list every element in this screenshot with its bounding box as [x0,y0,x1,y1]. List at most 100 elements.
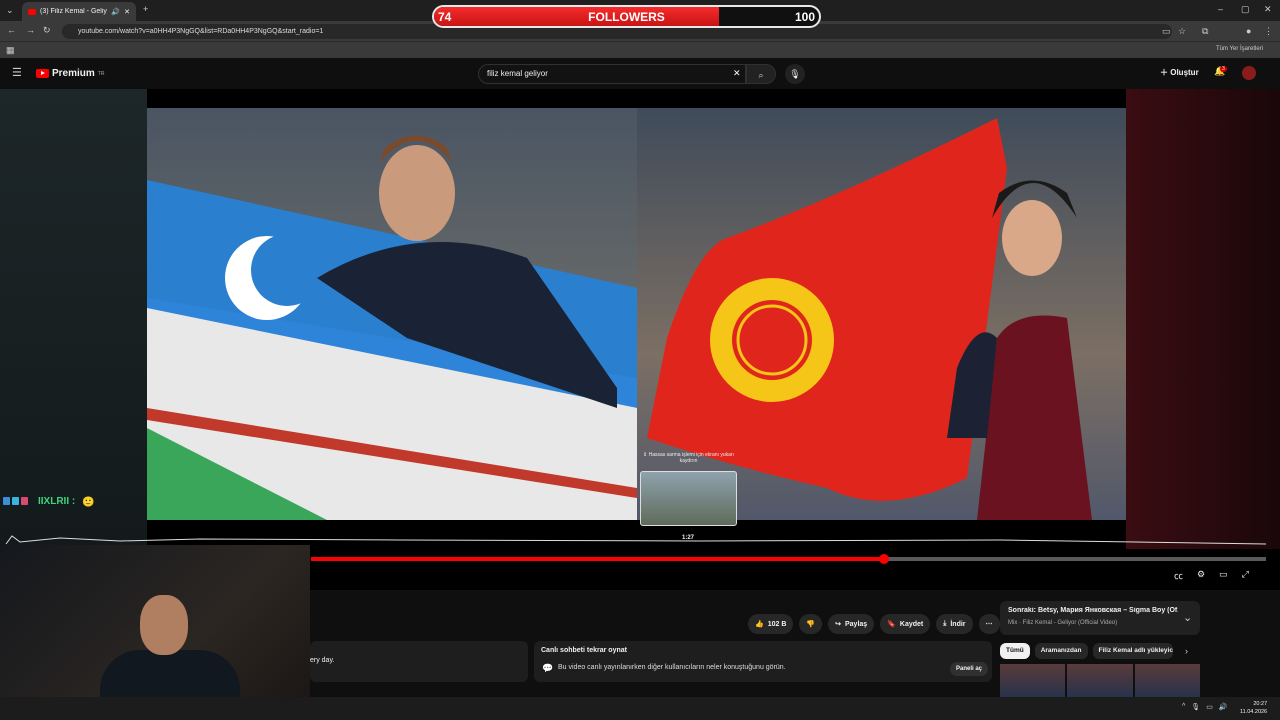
more-actions-button[interactable]: ⋯ [978,614,1000,634]
chat-replay-desc: Bu video canlı yayınlanırken diğer kulla… [558,664,786,671]
chip-from-search[interactable]: Aramanızdan [1034,643,1088,659]
save-label: Kaydet [899,620,924,628]
open-panel-button[interactable]: Paneli aç [950,662,989,676]
tab-audio-icon[interactable]: 🔊 [111,8,120,16]
back-icon[interactable]: ← [7,26,16,35]
hamburger-menu-icon[interactable]: ☰ [12,68,22,79]
subtitles-icon[interactable]: ㏄ [1174,569,1183,582]
chevron-right-icon[interactable]: › [1185,647,1188,656]
forward-icon[interactable]: → [26,26,35,35]
minimize-icon[interactable]: – [1218,5,1223,14]
followers-goal: 100 [794,10,815,24]
thumbs-down-icon: 👎 [806,621,816,628]
bookmarks-bar: ▦ Tüm Yer İşaretleri [0,41,1280,58]
tray-icons: ^ 🎙 ▭ 🔊 [1182,703,1228,711]
microphone-icon[interactable]: 🎙 [1191,703,1200,711]
chip-all[interactable]: Tümü [1000,643,1030,659]
all-bookmarks-link[interactable]: Tüm Yer İşaretleri [1216,46,1263,52]
up-next-title: Sonraki: Betsy, Мария Янковская – Sigma … [1008,607,1178,614]
streamer-face [140,595,188,655]
like-button[interactable]: 👍 102 B [748,614,794,634]
chat-bubble-icon: 💬 [542,663,554,673]
badge-icon [3,497,10,505]
close-window-icon[interactable]: ✕ [1264,5,1272,14]
search-button[interactable]: ⌕ [746,64,776,84]
description-snippet: ery day. [310,657,335,664]
up-next-subtitle: Mix · Filiz Kemal - Geliyor (Official Vi… [1008,620,1118,626]
logo-region: TR [97,70,105,77]
create-button[interactable]: ＋ Oluştur [1160,67,1199,78]
filter-chips: Tümü Aramanızdan Filiz Kemal adlı yükley… [1000,643,1173,659]
recommendation-thumbnail[interactable] [1067,664,1133,698]
emote-icon: 🙂 [82,497,95,508]
stream-right-panel [1126,89,1280,549]
chat-replay-title: Canlı sohbeti tekrar oynat [541,647,627,654]
video-left-half [147,108,637,520]
notification-badge: 3 [1220,66,1227,72]
menu-icon[interactable]: ⋮ [1264,27,1273,36]
chat-badges [3,497,28,505]
uzbekistan-flag-scene [147,135,637,520]
more-icon: ⋯ [985,621,993,628]
bookmark-icon: 🔖 [887,621,896,628]
apps-grid-icon[interactable]: ▦ [6,46,15,55]
new-tab-icon[interactable]: + [143,5,148,14]
recommendation-thumbnail[interactable] [1000,664,1066,698]
bookmark-star-icon[interactable]: ☆ [1178,27,1186,36]
followers-goal-bar: 74 FOLLOWERS 100 [432,5,821,28]
create-label: Oluştur [1170,68,1199,77]
search-icon: ⌕ [758,70,764,80]
dislike-button[interactable]: 👎 [799,614,823,634]
seek-tooltip: ⇕ Hassas sarma işlemi için ekranı yukarı… [643,452,734,464]
youtube-play-icon [36,69,49,78]
download-icon: ⤓ [943,620,947,627]
youtube-logo[interactable]: Premium TR [36,68,104,79]
badge-icon [21,497,28,505]
clock-date: 11.04.2026 [1240,709,1268,715]
share-button[interactable]: ↪ Paylaş [828,614,875,634]
extensions-icon[interactable]: ⧉ [1202,27,1208,36]
tab-list-icon[interactable]: ⌄ [6,6,14,15]
video-frame[interactable] [147,108,1126,520]
theater-mode-icon[interactable]: ▭ [1219,569,1228,582]
like-count: 102 B [767,620,787,628]
progress-played [311,557,884,561]
clock-time: 20:27 [1253,701,1268,707]
download-label: İndir [950,620,966,628]
taskbar-clock[interactable]: 20:27 11.04.2026 [1240,700,1267,716]
clear-search-icon[interactable]: ✕ [733,69,741,78]
logo-text: Premium [52,68,95,79]
description-box[interactable]: ery day. [310,641,528,682]
plus-icon: ＋ [1160,68,1171,77]
recommendation-thumbnail[interactable] [1134,664,1200,698]
search-input[interactable]: filiz kemal geliyor [478,64,746,84]
save-button[interactable]: 🔖 Kaydet [880,614,931,634]
chevron-down-icon[interactable]: ⌄ [1183,613,1192,624]
fullscreen-icon[interactable]: ⤢ [1242,569,1249,582]
chat-username: IIXLRII : [38,496,76,507]
followers-label: FOLLOWERS [588,10,665,24]
player-controls-right: ㏄ ⚙ ▭ ⤢ [1174,569,1249,582]
chevron-up-icon[interactable]: ^ [1182,703,1185,711]
cast-icon[interactable]: ▭ [1162,27,1171,36]
share-label: Paylaş [845,620,868,628]
video-actions: 👍 102 B 👎 ↪ Paylaş 🔖 Kaydet ⤓ İndir ⋯ [748,614,1000,634]
settings-gear-icon[interactable]: ⚙ [1197,569,1205,582]
profile-icon[interactable]: ● [1246,27,1251,36]
chip-uploader[interactable]: Filiz Kemal adlı yükleyici [1092,643,1173,659]
network-icon[interactable]: ▭ [1206,703,1213,711]
close-tab-icon[interactable]: ✕ [124,8,130,16]
maximize-icon[interactable]: ▢ [1241,5,1250,14]
volume-icon[interactable]: 🔊 [1219,703,1228,711]
download-button[interactable]: ⤓ İndir [936,614,973,634]
reload-icon[interactable]: ↻ [43,26,51,35]
progress-scrubber[interactable] [879,554,889,564]
thumbs-up-icon: 👍 [755,621,764,628]
tab-title: (3) Filiz Kemal - Geliyor (Of [40,8,107,15]
account-avatar[interactable] [1242,66,1256,80]
badge-icon [12,497,19,505]
browser-tab[interactable]: (3) Filiz Kemal - Geliyor (Of 🔊 ✕ [22,2,136,21]
share-icon: ↪ [835,621,841,628]
voice-search-icon[interactable]: 🎙 [785,64,805,84]
recommendation-thumbnails[interactable] [1000,664,1200,698]
